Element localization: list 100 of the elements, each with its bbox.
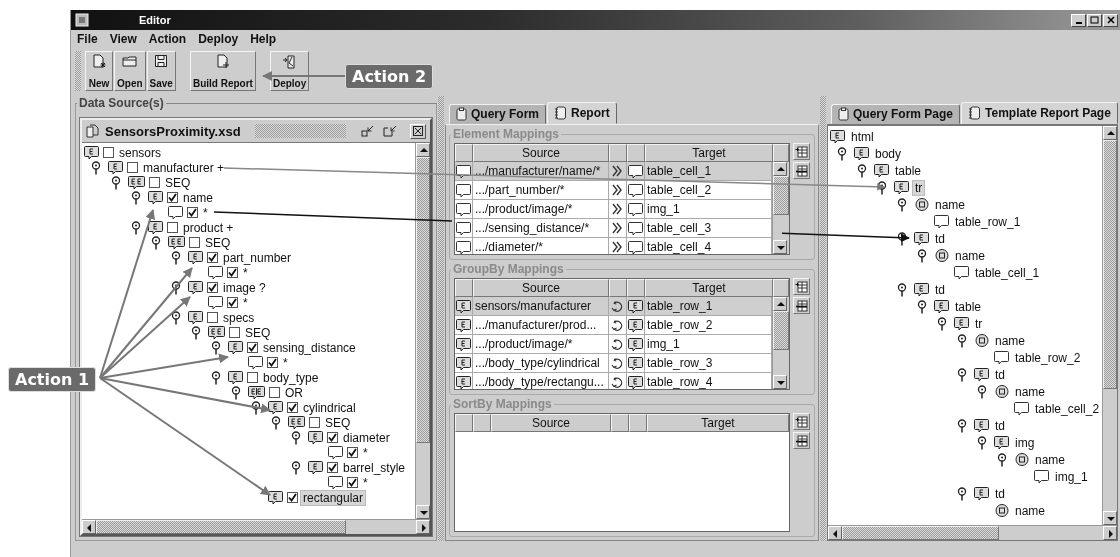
table-row[interactable]: .../part_number/* table_cell_2 [455, 181, 772, 200]
expand-handle-icon[interactable] [917, 299, 927, 314]
close-button[interactable] [410, 123, 426, 139]
expand-handle-icon[interactable] [837, 146, 847, 161]
insert-row-button[interactable] [793, 278, 810, 295]
vertical-scrollbar[interactable] [1102, 126, 1117, 525]
close-button[interactable] [1103, 13, 1118, 27]
column-header[interactable]: Target [645, 279, 773, 297]
table-row[interactable]: .../manufacturer/prod... table_row_2 [455, 316, 772, 335]
checkbox[interactable] [229, 327, 240, 338]
vertical-scrollbar[interactable] [772, 162, 789, 254]
column-header[interactable] [627, 279, 645, 297]
tree-node[interactable]: table [953, 299, 984, 314]
insert-row-button[interactable] [793, 143, 810, 160]
tree-node[interactable]: td [933, 282, 947, 297]
scroll-down-button[interactable] [773, 375, 787, 389]
expand-handle-icon[interactable] [291, 430, 301, 445]
tree-node[interactable]: SEQ [203, 235, 233, 250]
table-row[interactable]: .../diameter/* table_cell_4 [455, 238, 772, 254]
expand-handle-icon[interactable] [211, 340, 221, 355]
tree-node[interactable]: diameter [341, 430, 392, 445]
tree-node[interactable]: name [1033, 452, 1068, 467]
column-header[interactable]: Source [473, 279, 609, 297]
title-bar-grip[interactable] [254, 124, 346, 138]
tree-node[interactable]: img [1013, 435, 1037, 450]
column-header[interactable]: Source [473, 144, 609, 162]
checkbox[interactable] [247, 372, 258, 383]
table-row[interactable]: .../body_type/cylindrical table_row_3 [455, 354, 772, 373]
tree-node[interactable]: table_row_2 [1013, 350, 1083, 365]
expand-handle-icon[interactable] [171, 280, 181, 295]
tree-node[interactable]: SEQ [323, 415, 353, 430]
column-header[interactable]: Target [647, 414, 789, 432]
expand-handle-icon[interactable] [897, 282, 907, 297]
scroll-right-button[interactable] [1103, 526, 1117, 540]
horizontal-scrollbar[interactable] [828, 525, 1117, 540]
expand-handle-icon[interactable] [271, 415, 281, 430]
checkbox[interactable] [267, 357, 278, 368]
tree-node[interactable]: table_row_1 [953, 214, 1023, 229]
column-header[interactable] [473, 414, 491, 432]
column-header[interactable]: Target [645, 144, 773, 162]
menu-item[interactable]: View [109, 32, 137, 46]
tree-node[interactable]: SEQ [163, 175, 193, 190]
table-row[interactable]: .../product/image/* img_1 [455, 200, 772, 219]
tree-node[interactable]: sensing_distance [261, 340, 358, 355]
scroll-right-button[interactable] [416, 520, 430, 534]
checkbox[interactable] [327, 462, 338, 473]
tree-node[interactable]: name [953, 248, 988, 263]
scroll-down-button[interactable] [416, 505, 430, 519]
column-header[interactable] [455, 279, 473, 297]
horizontal-scrollbar[interactable] [82, 519, 430, 534]
tree-node[interactable]: td [993, 367, 1007, 382]
delete-row-button[interactable] [793, 297, 810, 314]
tree-node[interactable]: name [1013, 503, 1048, 518]
tree-node[interactable]: img_1 [1053, 469, 1090, 484]
toolbar-button[interactable]: Build Report [189, 51, 256, 91]
expand-handle-icon[interactable] [131, 220, 141, 235]
checkbox[interactable] [189, 237, 200, 248]
checkbox[interactable] [309, 417, 320, 428]
table-row[interactable]: .../manufacturer/name/* table_cell_1 [455, 162, 772, 181]
checkbox[interactable] [187, 207, 198, 218]
toolbar-button[interactable]: Deploy [269, 51, 310, 91]
tree-node[interactable]: * [241, 265, 250, 280]
scroll-up-button[interactable] [1103, 126, 1117, 140]
expand-handle-icon[interactable] [111, 175, 121, 190]
checkbox[interactable] [227, 267, 238, 278]
expand-handle-icon[interactable] [917, 248, 927, 263]
expand-handle-icon[interactable] [251, 400, 261, 415]
expand-handle-icon[interactable] [937, 316, 947, 331]
column-header[interactable] [455, 414, 473, 432]
table-row[interactable]: .../product/image/* img_1 [455, 335, 772, 354]
checkbox[interactable] [149, 177, 160, 188]
expand-handle-icon[interactable] [957, 486, 967, 501]
expand-handle-icon[interactable] [897, 231, 907, 246]
checkbox[interactable] [287, 492, 298, 503]
menu-item[interactable]: Help [250, 32, 277, 46]
checkbox[interactable] [167, 222, 178, 233]
tab[interactable]: Query Form Page [831, 104, 961, 124]
tree-node[interactable]: barrel_style [341, 460, 408, 475]
menu-item[interactable]: Deploy [198, 32, 239, 46]
tree-node[interactable]: name [933, 197, 968, 212]
toolbar-grip[interactable] [75, 51, 81, 91]
tree-node[interactable]: cylindrical [301, 400, 358, 415]
tree-node[interactable]: part_number [221, 250, 294, 265]
tree-node[interactable]: * [361, 475, 370, 490]
delete-row-button[interactable] [793, 162, 810, 179]
toolbar-button[interactable]: Open [114, 51, 146, 91]
expand-handle-icon[interactable] [171, 250, 181, 265]
menu-item[interactable]: Action [148, 32, 187, 46]
expand-handle-icon[interactable] [171, 310, 181, 325]
checkbox[interactable] [327, 432, 338, 443]
menu-item[interactable]: File [77, 32, 98, 46]
checkbox[interactable] [227, 297, 238, 308]
tree-node[interactable]: * [201, 205, 210, 220]
tree-node[interactable]: image ? [221, 280, 268, 295]
minimize-button[interactable] [1071, 13, 1086, 27]
tree-node[interactable]: td [993, 486, 1007, 501]
column-header[interactable]: Source [491, 414, 611, 432]
insert-row-button[interactable] [793, 413, 810, 430]
tree-node[interactable]: manufacturer + [141, 160, 227, 175]
tree-node[interactable]: specs [221, 310, 257, 325]
